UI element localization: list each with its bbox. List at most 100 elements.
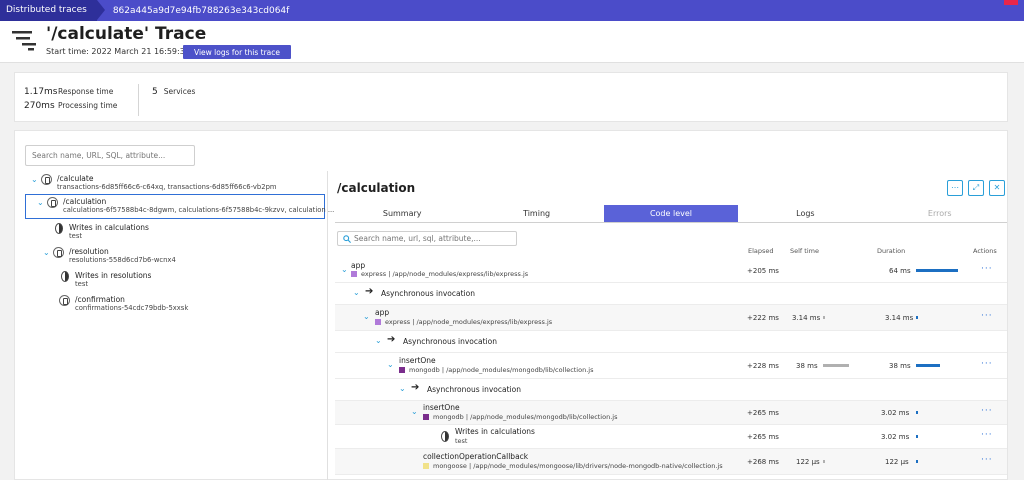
services-metric: 5 Services <box>152 87 195 97</box>
tree-node-calculate[interactable]: ⌄ /calculate transactions-6d85ff66c6-c64x… <box>31 174 277 192</box>
arrow-right-icon: ➔ <box>411 382 420 393</box>
table-row[interactable]: ⌄ insertOne mongodb | /app/node_modules/… <box>335 401 1007 425</box>
row-sub: mongodb | /app/node_modules/mongodb/lib/… <box>399 366 593 374</box>
breadcrumb-trace-id: 862a445a9d7e94fb788263e343cd064f <box>112 5 290 16</box>
service-icon <box>59 295 70 306</box>
table-row[interactable]: ⌄ insertOne mongodb | /app/node_modules/… <box>335 353 1007 379</box>
breadcrumb-distributed-traces[interactable]: Distributed traces <box>0 0 105 21</box>
row-title: insertOne <box>423 403 460 412</box>
row-sub-text: test <box>455 437 468 445</box>
self-time-bar <box>823 364 849 367</box>
service-icon <box>47 197 58 208</box>
breadcrumb: Distributed traces 862a445a9d7e94fb78826… <box>0 0 1024 21</box>
row-sub: mongodb | /app/node_modules/mongodb/lib/… <box>423 413 617 421</box>
tree-node-writes-resolutions[interactable]: Writes in resolutions test <box>61 271 151 289</box>
view-logs-button[interactable]: View logs for this trace <box>183 45 291 59</box>
table-row[interactable]: ⌄ ➔ Asynchronous invocation <box>335 379 1007 401</box>
chevron-down-icon[interactable]: ⌄ <box>411 407 418 416</box>
trace-metrics: 1.17ms Response time 270ms Processing ti… <box>14 72 1008 122</box>
detail-title: /calculation <box>337 181 416 195</box>
tech-color-square <box>399 367 405 373</box>
row-sub-text: mongoose | /app/node_modules/mongoose/li… <box>433 462 723 470</box>
tech-color-square <box>423 463 429 469</box>
tab-timing[interactable]: Timing <box>469 205 603 222</box>
table-row[interactable]: ⌄ ➔ Asynchronous invocation <box>335 283 1007 305</box>
tree-node-title: Writes in resolutions <box>75 271 152 280</box>
chevron-down-icon[interactable]: ⌄ <box>363 312 370 321</box>
code-search-box[interactable] <box>337 231 517 246</box>
chevron-down-icon[interactable]: ⌄ <box>341 265 348 274</box>
duration-bar <box>916 316 918 319</box>
panel-divider <box>327 171 328 480</box>
row-self-time: 122 µs <box>796 458 820 466</box>
chevron-down-icon[interactable]: ⌄ <box>353 288 360 297</box>
table-row[interactable]: ⌄ app express | /app/node_modules/expres… <box>335 305 1007 331</box>
code-search-input[interactable] <box>354 234 504 243</box>
row-duration: 122 µs <box>885 458 909 466</box>
tree-node-resolution[interactable]: ⌄ /resolution resolutions-558d6cd7b6-wcnx… <box>43 247 176 265</box>
row-title: Writes in calculations <box>455 427 535 436</box>
detail-tabs: Summary Timing Code level Logs Errors <box>335 205 1007 223</box>
more-icon[interactable]: ··· <box>981 430 993 440</box>
more-icon[interactable]: ··· <box>981 406 993 416</box>
start-time: Start time: 2022 March 21 16:59:30 <box>46 47 190 56</box>
trace-main-panel: ⌄ /calculatetransactions-6d85ff66c6-c64x… <box>14 130 1008 480</box>
row-title: insertOne <box>399 356 436 365</box>
more-icon[interactable]: ⋯ <box>947 180 963 196</box>
tree-node-writes-calculations[interactable]: Writes in calculations test <box>55 223 149 241</box>
processing-time-metric: 270ms Processing time <box>24 101 117 111</box>
page-header: '/calculate' Trace Start time: 2022 Marc… <box>0 21 1024 63</box>
duration-bar <box>916 364 940 367</box>
tech-color-square <box>351 271 357 277</box>
tree-node-sub: calculations-6f57588b4c-8dgwm, calculati… <box>63 206 335 214</box>
tree-node-sub: resolutions-558d6cd7b6-wcnx4 <box>69 256 176 264</box>
table-row[interactable]: Writes in calculations test +265 ms 3.02… <box>335 425 1007 449</box>
duration-bar <box>916 269 958 272</box>
row-elapsed: +265 ms <box>747 433 779 441</box>
tab-summary[interactable]: Summary <box>335 205 469 222</box>
row-sub: express | /app/node_modules/express/lib/… <box>375 318 552 326</box>
metrics-divider <box>138 84 139 116</box>
arrow-right-icon: ➔ <box>365 286 374 297</box>
row-duration: 3.14 ms <box>885 314 914 322</box>
tab-code-level[interactable]: Code level <box>603 205 739 222</box>
database-icon <box>55 223 63 234</box>
more-icon[interactable]: ··· <box>981 311 993 321</box>
self-time-bar <box>823 316 825 319</box>
table-row[interactable]: ⌄ app express | /app/node_modules/expres… <box>335 259 1007 283</box>
row-sub: test <box>455 437 467 445</box>
row-elapsed: +265 ms <box>747 409 779 417</box>
tree-node-sub: transactions-6d85ff66c6-c64xq, transacti… <box>57 183 277 191</box>
database-icon <box>61 271 69 282</box>
duration-bar <box>916 460 918 463</box>
chevron-down-icon[interactable]: ⌄ <box>399 384 406 393</box>
response-time-label: Response time <box>58 87 114 96</box>
tree-search-input[interactable] <box>25 145 195 166</box>
row-elapsed: +222 ms <box>747 314 779 322</box>
table-row[interactable]: ⌄ ➔ Asynchronous invocation <box>335 331 1007 353</box>
chevron-down-icon[interactable]: ⌄ <box>31 174 41 185</box>
col-actions: Actions <box>973 247 997 255</box>
tree-node-sub: test <box>69 232 83 240</box>
tree-node-title: Writes in calculations <box>69 223 149 232</box>
chevron-down-icon[interactable]: ⌄ <box>387 360 394 369</box>
search-icon <box>343 234 351 243</box>
tree-node-title: /confirmation <box>75 295 125 304</box>
tree-node-calculation[interactable]: ⌄ /calculation calculations-6f57588b4c-8d… <box>37 197 334 215</box>
tree-node-sub: confirmations-54cdc79bdb-5xxsk <box>75 304 189 312</box>
tree-node-confirmation[interactable]: /confirmation confirmations-54cdc79bdb-5x… <box>59 295 188 313</box>
table-row[interactable]: collectionOperationCallback mongoose | /… <box>335 449 1007 475</box>
row-elapsed: +268 ms <box>747 458 779 466</box>
row-duration: 64 ms <box>889 267 911 275</box>
close-icon[interactable]: ✕ <box>989 180 1005 196</box>
chevron-down-icon[interactable]: ⌄ <box>375 336 382 345</box>
row-sub-text: express | /app/node_modules/express/lib/… <box>361 270 529 278</box>
chevron-down-icon[interactable]: ⌄ <box>43 247 53 258</box>
more-icon[interactable]: ··· <box>981 359 993 369</box>
tab-logs[interactable]: Logs <box>738 205 872 222</box>
chevron-down-icon[interactable]: ⌄ <box>37 197 47 208</box>
col-duration: Duration <box>877 247 906 255</box>
more-icon[interactable]: ··· <box>981 455 993 465</box>
more-icon[interactable]: ··· <box>981 264 993 274</box>
expand-icon[interactable]: ⤢ <box>968 180 984 196</box>
